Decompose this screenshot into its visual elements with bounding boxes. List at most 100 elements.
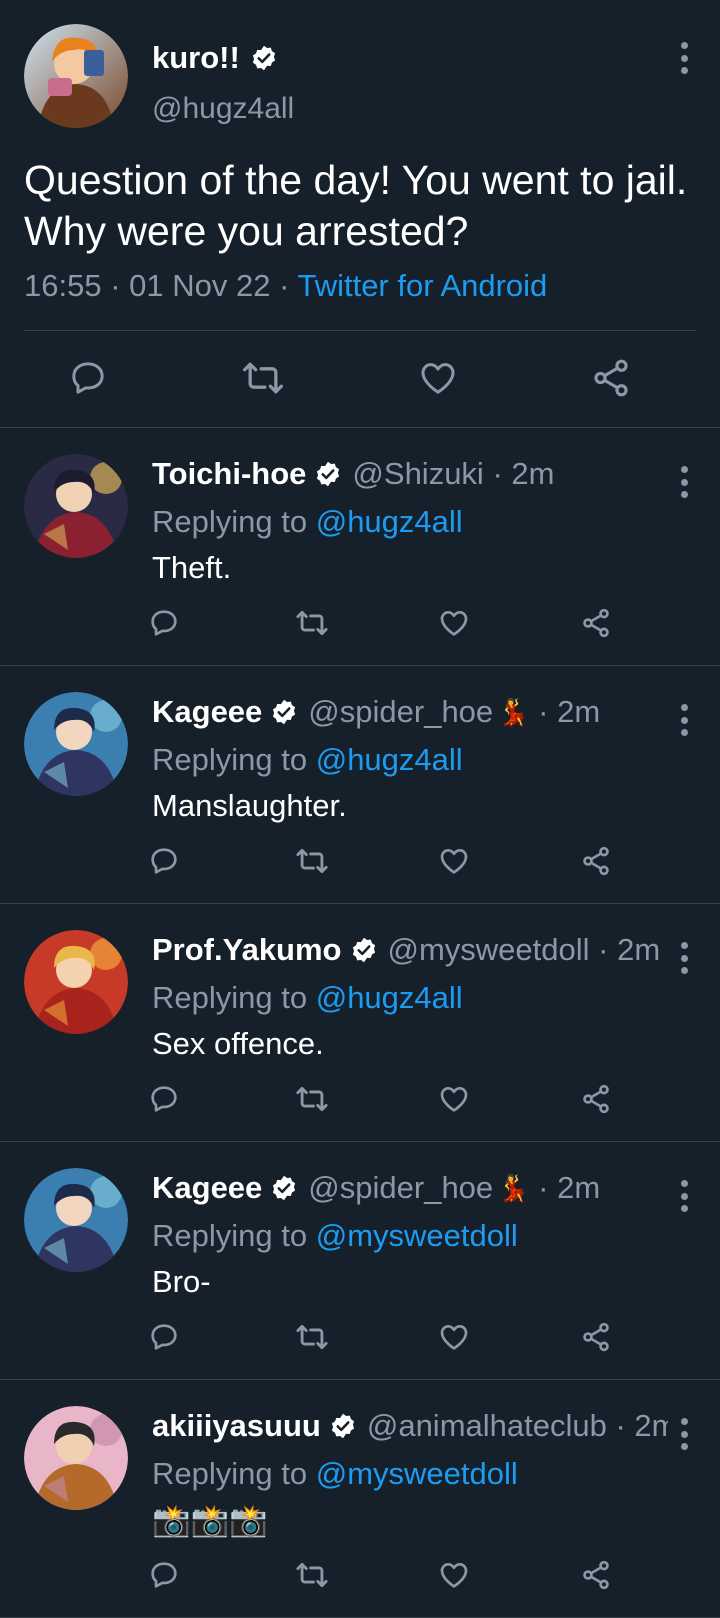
reply-author-handle[interactable]: @animalhateclub: [367, 1408, 607, 1444]
retweet-button[interactable]: [289, 838, 335, 884]
verified-badge-icon: [350, 936, 378, 964]
reply-tweet[interactable]: Prof.Yakumo @mysweetdoll · 2m Replying t…: [0, 904, 720, 1142]
tweet-time: 16:55: [24, 268, 102, 303]
retweet-button[interactable]: [289, 1552, 335, 1598]
replying-to-mention[interactable]: @hugz4all: [316, 980, 463, 1015]
more-options-icon[interactable]: [672, 462, 696, 502]
reply-tweet[interactable]: Kageee @spider_hoe 💃 · 2m Replying to @m…: [0, 1142, 720, 1380]
share-button[interactable]: [573, 1314, 619, 1360]
share-button[interactable]: [573, 600, 619, 646]
replying-to-mention[interactable]: @mysweetdoll: [316, 1456, 518, 1491]
retweet-button[interactable]: [289, 1076, 335, 1122]
reply-avatar[interactable]: [24, 1168, 128, 1272]
reply-text: Manslaughter.: [152, 788, 347, 823]
reply-author-name[interactable]: Kageee: [152, 1170, 262, 1206]
reply-button[interactable]: [60, 350, 116, 406]
replying-to-label: Replying to: [152, 1218, 316, 1253]
header-separator: ·: [483, 456, 512, 491]
reply-icon: [151, 610, 177, 636]
header-separator: ·: [529, 694, 558, 729]
reply-author-handle[interactable]: @spider_hoe: [308, 1170, 493, 1206]
more-options-icon[interactable]: [672, 1414, 696, 1454]
share-icon: [583, 846, 609, 876]
header-separator: ·: [606, 1408, 635, 1443]
reply-icon: [151, 1324, 177, 1350]
reply-author-name[interactable]: Kageee: [152, 694, 262, 730]
author-name[interactable]: kuro!!: [152, 40, 240, 76]
replying-to-mention[interactable]: @mysweetdoll: [316, 1218, 518, 1253]
more-options-icon[interactable]: [672, 938, 696, 978]
tweet-client-link[interactable]: Twitter for Android: [297, 268, 547, 303]
retweet-button[interactable]: [289, 600, 335, 646]
retweet-button[interactable]: [289, 1314, 335, 1360]
replying-to-label: Replying to: [152, 742, 316, 777]
reply-header: Kageee @spider_hoe 💃 · 2m: [152, 694, 668, 730]
share-button[interactable]: [573, 1552, 619, 1598]
like-button[interactable]: [431, 838, 477, 884]
like-button[interactable]: [431, 1314, 477, 1360]
retweet-button[interactable]: [235, 350, 291, 406]
reply-time: 2m: [511, 456, 555, 491]
reply-author-handle[interactable]: @Shizuki: [352, 456, 483, 492]
reply-author-name[interactable]: Toichi-hoe: [152, 456, 306, 492]
share-icon: [594, 359, 628, 397]
replying-to: Replying to @mysweetdoll: [152, 1218, 518, 1254]
reply-header: akiiiyasuuu @animalhateclub · 2m: [152, 1408, 668, 1444]
reply-avatar[interactable]: [24, 692, 128, 796]
main-tweet[interactable]: kuro!! @hugz4all Question of the day! Yo…: [0, 0, 720, 428]
share-icon: [583, 608, 609, 638]
like-button[interactable]: [431, 1552, 477, 1598]
reply-button[interactable]: [141, 600, 187, 646]
reply-author-handle[interactable]: @spider_hoe: [308, 694, 493, 730]
verified-badge-icon: [270, 1174, 298, 1202]
reply-header: Toichi-hoe @Shizuki · 2m: [152, 456, 668, 492]
share-button[interactable]: [573, 1076, 619, 1122]
reply-button[interactable]: [141, 1076, 187, 1122]
more-options-icon[interactable]: [672, 1176, 696, 1216]
author-handle[interactable]: @hugz4all: [152, 92, 294, 126]
reply-icon: [151, 1562, 177, 1588]
verified-badge-icon: [329, 1412, 357, 1440]
reply-avatar[interactable]: [24, 454, 128, 558]
replying-to-mention[interactable]: @hugz4all: [316, 504, 463, 539]
header-separator: ·: [589, 932, 618, 967]
reply-avatar[interactable]: [24, 930, 128, 1034]
tweet-thread-screen: kuro!! @hugz4all Question of the day! Yo…: [0, 0, 720, 1618]
reply-tweet[interactable]: akiiiyasuuu @animalhateclub · 2m Replyin…: [0, 1380, 720, 1618]
like-button[interactable]: [410, 350, 466, 406]
reply-button[interactable]: [141, 1552, 187, 1598]
like-button[interactable]: [431, 1076, 477, 1122]
reply-author-name[interactable]: akiiiyasuuu: [152, 1408, 321, 1444]
retweet-icon: [243, 362, 283, 394]
share-icon: [583, 1084, 609, 1114]
verified-badge-icon: [250, 44, 278, 72]
replying-to-label: Replying to: [152, 504, 316, 539]
reply-header: Kageee @spider_hoe 💃 · 2m: [152, 1170, 668, 1206]
replying-to-mention[interactable]: @hugz4all: [316, 742, 463, 777]
share-button[interactable]: [583, 350, 639, 406]
reply-time: 2m: [617, 932, 661, 967]
author-avatar[interactable]: [24, 24, 128, 128]
reply-author-handle[interactable]: @mysweetdoll: [388, 932, 590, 968]
reply-actions: [0, 1552, 720, 1598]
reply-actions: [0, 1314, 720, 1360]
like-icon: [421, 363, 455, 394]
reply-button[interactable]: [141, 1314, 187, 1360]
more-options-icon[interactable]: [672, 700, 696, 740]
reply-icon: [72, 362, 104, 394]
tweet-actions: [0, 350, 720, 406]
reply-text: Bro-: [152, 1264, 211, 1299]
handle-emoji: 💃: [497, 696, 530, 727]
tweet-text: Question of the day! You went to jail. W…: [24, 157, 688, 254]
reply-time: 2m: [557, 1170, 601, 1205]
reply-button[interactable]: [141, 838, 187, 884]
reply-author-name[interactable]: Prof.Yakumo: [152, 932, 342, 968]
reply-avatar[interactable]: [24, 1406, 128, 1510]
share-button[interactable]: [573, 838, 619, 884]
more-options-icon[interactable]: [672, 38, 696, 78]
like-button[interactable]: [431, 600, 477, 646]
reply-tweet[interactable]: Kageee @spider_hoe 💃 · 2m Replying to @h…: [0, 666, 720, 904]
replying-to-label: Replying to: [152, 1456, 316, 1491]
reply-tweet[interactable]: Toichi-hoe @Shizuki · 2m Replying to @hu…: [0, 428, 720, 666]
divider: [24, 330, 696, 331]
